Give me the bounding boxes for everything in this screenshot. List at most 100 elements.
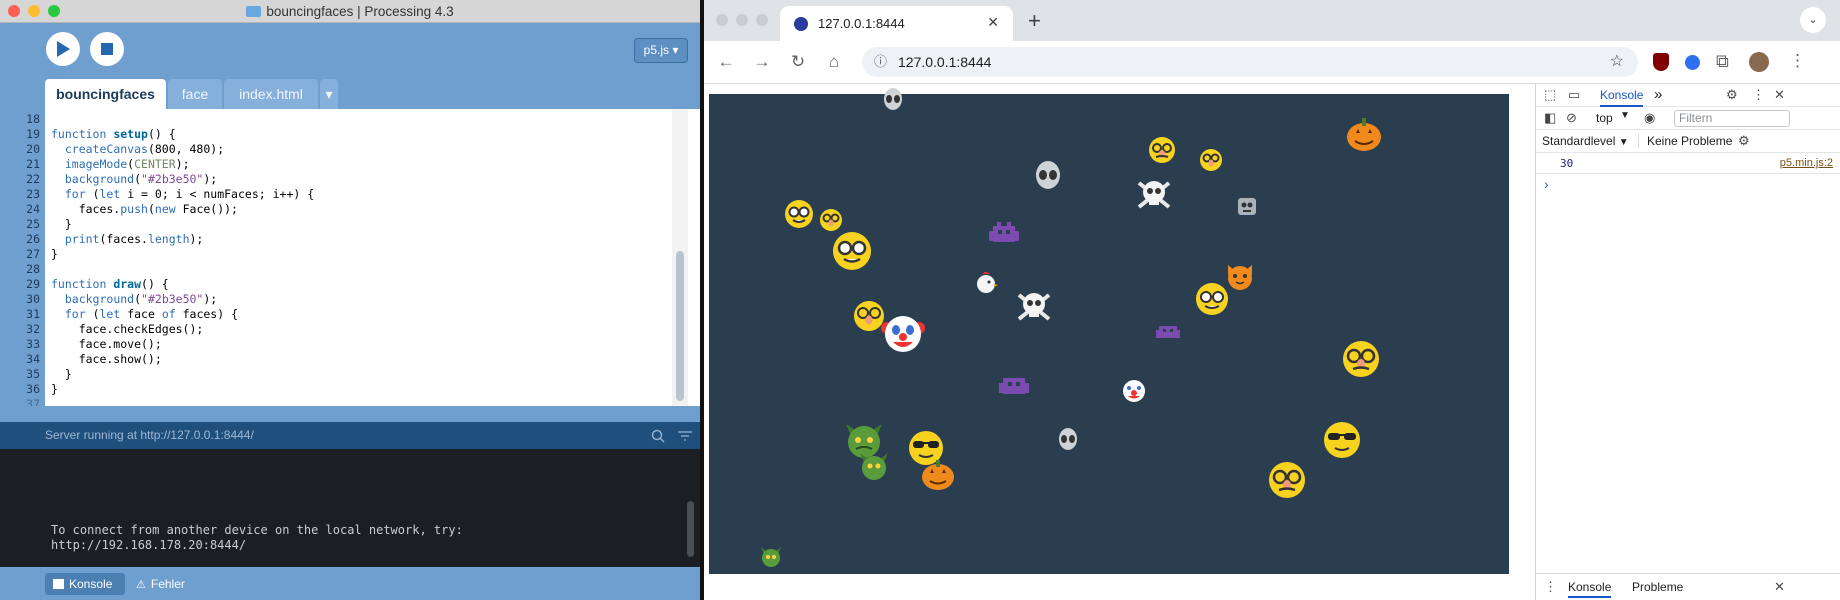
stop-button[interactable] <box>90 32 124 66</box>
line-number: 28 <box>26 262 40 276</box>
log-source-link[interactable]: p5.min.js:2 <box>1780 157 1833 169</box>
tab-errors[interactable]: ⚠ Fehler <box>134 573 214 595</box>
tab-bouncingfaces[interactable]: bouncingfaces <box>45 79 166 109</box>
ublock-extension-icon[interactable] <box>1653 53 1669 71</box>
zoom-window-button[interactable] <box>756 14 768 26</box>
inspect-element-icon[interactable]: ⬚ <box>1544 87 1556 103</box>
editor-scrollbar[interactable] <box>672 109 688 406</box>
line-number: 33 <box>26 337 40 351</box>
log-value: 30 <box>1560 157 1574 170</box>
tab-index-html[interactable]: index.html <box>224 79 318 109</box>
reload-icon[interactable]: ↻ <box>788 52 808 72</box>
drawer-tab-console[interactable]: Konsole <box>1568 580 1612 598</box>
browser-tab[interactable]: 127.0.0.1:8444 ✕ <box>780 6 1013 41</box>
code-token: of <box>161 307 176 321</box>
code-token: "#2b3e50" <box>141 292 204 306</box>
clear-console-icon[interactable]: ⊘ <box>1566 110 1577 126</box>
code-token: background <box>64 292 135 306</box>
close-icon[interactable]: ✕ <box>1774 579 1785 595</box>
code-editor[interactable]: function setup() { createCanvas(800, 480… <box>45 109 717 406</box>
gear-icon[interactable]: ⚙ <box>1726 87 1738 103</box>
menu-kebab-icon[interactable]: ⋮ <box>1544 579 1557 595</box>
goblin-face-icon <box>759 544 783 568</box>
tab-strip: 127.0.0.1:8444 ✕ + ⌄ <box>704 0 1840 41</box>
space-invader-icon <box>1155 319 1181 345</box>
tabs-menu-button[interactable]: ▾ <box>320 79 338 109</box>
device-toolbar-icon[interactable]: ▭ <box>1568 87 1580 103</box>
code-token: new <box>154 202 176 216</box>
alien-face-icon <box>1055 427 1081 453</box>
code-token: i = 0; i < numFaces; i++) { <box>120 187 315 201</box>
console-prompt[interactable]: › <box>1544 176 1549 192</box>
code-token: for <box>64 307 86 321</box>
editor-splitter[interactable] <box>0 406 700 422</box>
space-invader-icon <box>987 217 1021 251</box>
nerd-face-icon <box>784 199 814 229</box>
issues-counter[interactable]: Keine Probleme <box>1638 134 1732 148</box>
tab-console[interactable]: Konsole <box>45 573 125 595</box>
tab-console[interactable]: Konsole <box>1600 88 1644 107</box>
code-token: Face()); <box>175 202 238 216</box>
tab-face[interactable]: face <box>168 79 222 109</box>
log-level-selector[interactable]: Standardlevel ▼ <box>1542 134 1629 148</box>
code-token: CENTER <box>134 157 176 171</box>
mode-selector[interactable]: p5.js ▾ <box>634 38 688 63</box>
code-token: print <box>64 232 100 246</box>
chevron-down-icon: ▼ <box>1618 137 1629 148</box>
line-number: 26 <box>26 232 40 246</box>
console-toolbar: ◧ ⊘ top ▼ ◉ Filtern <box>1536 107 1840 130</box>
p5-canvas[interactable] <box>709 88 1509 574</box>
close-tab-icon[interactable]: ✕ <box>987 14 999 31</box>
menu-kebab-icon[interactable]: ⋮ <box>1752 87 1765 103</box>
address-bar[interactable]: ⓘ 127.0.0.1:8444 ☆ <box>862 47 1638 77</box>
tab-title: 127.0.0.1:8444 <box>818 16 905 31</box>
chevron-down-icon: ▼ <box>1620 110 1630 121</box>
forward-icon[interactable]: → <box>752 52 772 72</box>
cat-face-icon <box>1225 261 1255 291</box>
line-number: 21 <box>26 157 40 171</box>
gear-icon[interactable]: ⚙ <box>1738 133 1750 149</box>
close-icon[interactable]: ✕ <box>1774 87 1785 103</box>
site-info-icon[interactable]: ⓘ <box>874 47 887 77</box>
tab-search-button[interactable]: ⌄ <box>1800 7 1826 33</box>
code-token: ( <box>134 292 142 306</box>
console-scrollbar[interactable] <box>687 501 694 557</box>
code-line: } <box>51 382 58 396</box>
extension-icon[interactable] <box>1685 55 1700 70</box>
search-icon[interactable] <box>651 429 665 443</box>
stop-icon <box>101 43 113 55</box>
sidebar-toggle-icon[interactable]: ◧ <box>1544 110 1556 126</box>
extensions-puzzle-icon[interactable]: ⧉ <box>1716 51 1729 72</box>
code-line: createCanvas(800, 480); <box>51 142 224 156</box>
code-line: faces.push(new Face()); <box>51 202 238 216</box>
clown-face-icon <box>1121 378 1147 404</box>
console-output[interactable]: To connect from another device on the lo… <box>0 449 700 567</box>
skull-crossbones-icon <box>1134 175 1174 215</box>
scrollbar-thumb[interactable] <box>676 251 684 401</box>
bookmark-star-icon[interactable]: ☆ <box>1610 47 1624 77</box>
avatar[interactable] <box>1749 52 1769 72</box>
chicken-icon <box>974 271 998 295</box>
code-token: (800, 480); <box>147 142 225 156</box>
window-title: bouncingfaces | Processing 4.3 <box>0 4 700 19</box>
page-viewport <box>704 84 1535 600</box>
close-window-button[interactable] <box>716 14 728 26</box>
home-icon[interactable]: ⌂ <box>824 52 844 72</box>
filter-input[interactable]: Filtern <box>1674 110 1790 127</box>
context-selector[interactable]: top <box>1596 111 1613 125</box>
disguise-face-icon <box>1268 461 1306 499</box>
run-button[interactable] <box>46 32 80 66</box>
filter-icon[interactable] <box>677 429 693 443</box>
code-token: face <box>120 307 162 321</box>
menu-kebab-icon[interactable]: ⋮ <box>1789 51 1806 71</box>
code-token: ); <box>189 232 204 246</box>
new-tab-button[interactable]: + <box>1028 8 1041 34</box>
back-icon[interactable]: ← <box>716 52 736 72</box>
drawer-tab-issues[interactable]: Probleme <box>1632 580 1683 594</box>
more-tabs-button[interactable]: » <box>1654 86 1662 103</box>
minimize-window-button[interactable] <box>736 14 748 26</box>
code-token: for <box>64 187 86 201</box>
eye-icon[interactable]: ◉ <box>1644 110 1655 126</box>
